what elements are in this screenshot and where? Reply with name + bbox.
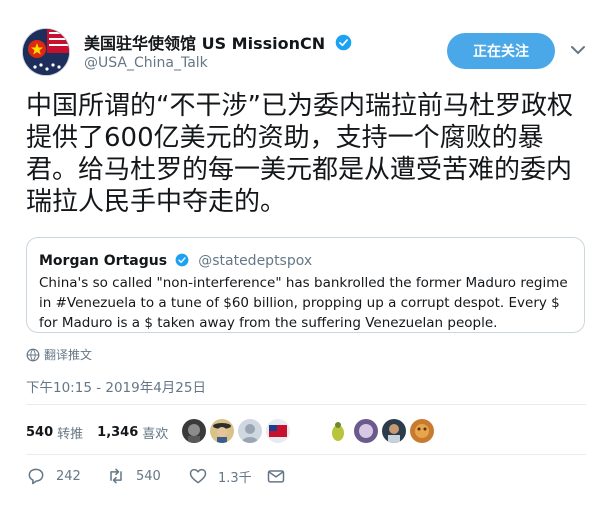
retweet-count[interactable]: 540 (26, 425, 53, 440)
tweet-actions: 242 540 1.3千 (26, 466, 586, 492)
tweet-text: 中国所谓的“不干涉”已为委内瑞拉前马杜罗政权提供了600亿美元的资助，支持一个腐… (26, 91, 573, 217)
quoted-text: China's so called "non-interference" has… (39, 275, 568, 331)
tweet-header: 美国驻华使领馆 US MissionCN @USA_China_Talk 正在关… (22, 28, 594, 78)
reply-action[interactable]: 242 (26, 466, 81, 486)
divider (26, 404, 586, 405)
liker-avatar[interactable] (182, 419, 206, 443)
like-count[interactable]: 1,346 (97, 425, 138, 440)
liker-avatar[interactable] (354, 419, 378, 443)
liker-avatar[interactable] (266, 419, 290, 443)
retweet-icon[interactable] (106, 466, 126, 486)
globe-icon (26, 348, 40, 361)
retweet-count-label[interactable]: 转推 (57, 423, 83, 442)
liker-avatar[interactable] (210, 419, 234, 443)
verified-badge-icon (175, 253, 189, 267)
divider (26, 454, 586, 455)
reply-icon[interactable] (26, 466, 46, 486)
dm-action[interactable] (266, 466, 286, 486)
display-name[interactable]: 美国驻华使领馆 US MissionCN (84, 34, 325, 53)
like-count-label[interactable]: 喜欢 (142, 423, 168, 442)
retweet-action[interactable]: 540 (106, 466, 161, 486)
quoted-tweet[interactable]: Morgan Ortagus @statedeptspox China's so… (26, 237, 585, 333)
retweet-action-count: 540 (136, 468, 161, 484)
avatar[interactable] (22, 28, 70, 76)
translate-label[interactable]: 翻译推文 (44, 346, 92, 363)
reply-count: 242 (56, 468, 81, 484)
quoted-author-name: Morgan Ortagus (39, 253, 168, 269)
liker-avatar[interactable] (410, 419, 434, 443)
chevron-down-icon[interactable] (568, 40, 588, 60)
heart-icon[interactable] (188, 466, 208, 486)
like-action[interactable]: 1.3千 (188, 466, 252, 486)
like-action-count: 1.3千 (218, 470, 252, 486)
display-name-line[interactable]: 美国驻华使领馆 US MissionCN (84, 30, 352, 54)
liker-avatar[interactable] (238, 419, 262, 443)
tweet-timestamp[interactable]: 下午10:15 - 2019年4月25日 (26, 376, 206, 396)
quoted-author-handle: @statedeptspox (198, 253, 313, 269)
user-handle[interactable]: @USA_China_Talk (84, 55, 208, 71)
tweet-stats: 540 转推 1,346 喜欢 (26, 420, 182, 444)
liker-avatar[interactable] (326, 419, 350, 443)
liker-avatar[interactable] (382, 419, 406, 443)
verified-badge-icon (335, 34, 351, 51)
flag-avatar-icon (23, 29, 69, 75)
envelope-icon[interactable] (266, 466, 286, 486)
following-button[interactable]: 正在关注 (447, 33, 555, 69)
translate-tweet-link[interactable]: 翻译推文 (26, 346, 92, 363)
